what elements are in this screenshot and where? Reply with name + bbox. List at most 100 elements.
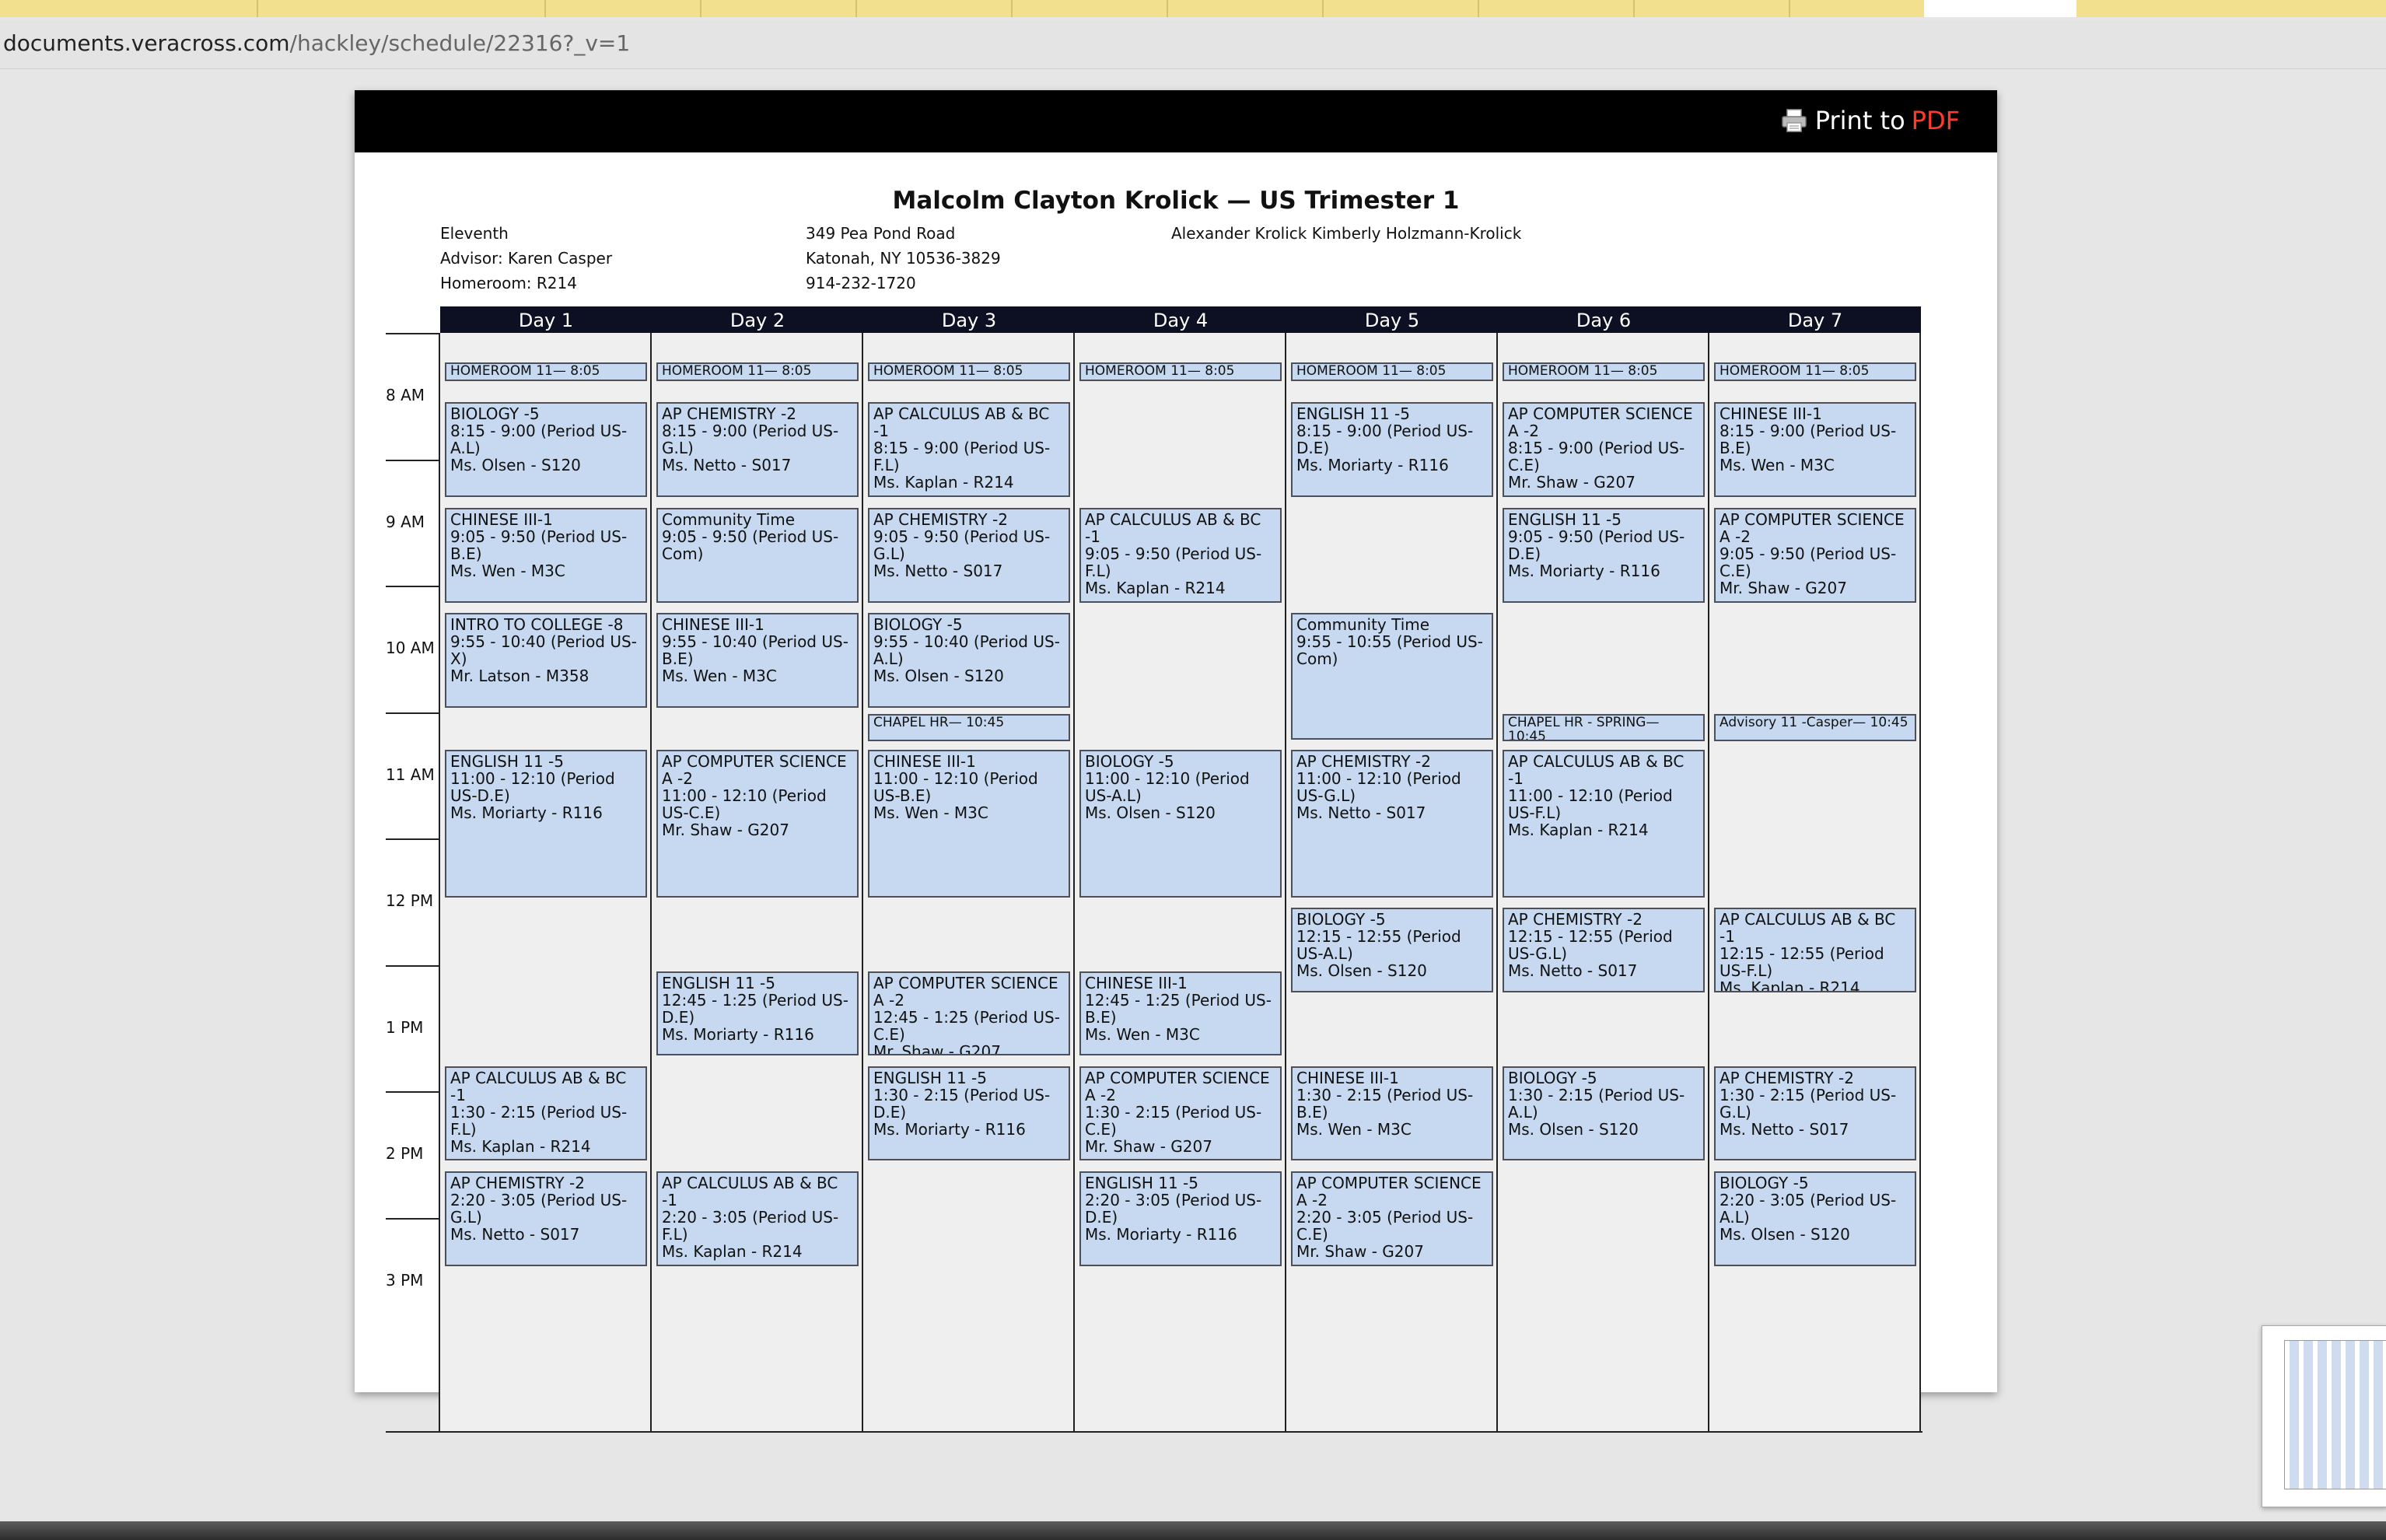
class-block[interactable]: HOMEROOM 11— 8:05: [1291, 362, 1493, 382]
class-block[interactable]: AP CALCULUS AB & BC -1 8:15 - 9:00 (Peri…: [868, 402, 1070, 498]
tab-separator: [257, 0, 258, 17]
class-block[interactable]: HOMEROOM 11— 8:05: [1503, 362, 1705, 382]
class-block[interactable]: HOMEROOM 11— 8:05: [1079, 362, 1282, 382]
class-block[interactable]: AP COMPUTER SCIENCE A -2 9:05 - 9:50 (Pe…: [1714, 507, 1916, 603]
schedule-page: Print to PDF Malcolm Clayton Krolick — U…: [355, 90, 1997, 1433]
page-thumbnail[interactable]: [2262, 1325, 2386, 1507]
column-divider: [650, 333, 652, 1433]
day-header: Day 3: [863, 306, 1075, 333]
tab-separator: [1633, 0, 1635, 17]
class-block[interactable]: HOMEROOM 11— 8:05: [656, 362, 859, 382]
class-block[interactable]: AP CALCULUS AB & BC -1 1:30 - 2:15 (Peri…: [445, 1066, 647, 1161]
class-block[interactable]: Advisory 11 -Casper— 10:45: [1714, 714, 1916, 742]
class-block[interactable]: BIOLOGY -5 11:00 - 12:10 (Period US-A.L)…: [1079, 750, 1282, 898]
class-block[interactable]: HOMEROOM 11— 8:05: [445, 362, 647, 382]
class-block[interactable]: ENGLISH 11 -5 1:30 - 2:15 (Period US-D.E…: [868, 1066, 1070, 1161]
time-label: 11 AM: [386, 765, 435, 784]
tab-separator: [1011, 0, 1013, 17]
time-label: 12 PM: [386, 891, 434, 910]
class-block[interactable]: HOMEROOM 11— 8:05: [868, 362, 1070, 382]
tab-separator: [1789, 0, 1790, 17]
hour-tick: [386, 460, 440, 461]
grid-bottom-line: [386, 1431, 1922, 1433]
hour-tick: [386, 965, 440, 967]
tab-separator: [1478, 0, 1479, 17]
class-block[interactable]: BIOLOGY -5 8:15 - 9:00 (Period US-A.L) M…: [445, 402, 647, 498]
hour-tick: [386, 838, 440, 840]
day-header: Day 5: [1286, 306, 1498, 333]
url-host: documents.veracross.com: [3, 30, 290, 56]
class-block[interactable]: AP CALCULUS AB & BC -1 2:20 - 3:05 (Peri…: [656, 1171, 859, 1266]
day-header: Day 4: [1075, 306, 1286, 333]
class-block[interactable]: ENGLISH 11 -5 11:00 - 12:10 (Period US-D…: [445, 750, 647, 898]
class-block[interactable]: AP COMPUTER SCIENCE A -2 1:30 - 2:15 (Pe…: [1079, 1066, 1282, 1161]
class-block[interactable]: AP COMPUTER SCIENCE A -2 2:20 - 3:05 (Pe…: [1291, 1171, 1493, 1266]
schedule-grid: Day 1 Day 2 Day 3 Day 4 Day 5 Day 6 Day 7 8 AM 9…: [355, 90, 1997, 1433]
class-block[interactable]: CHINESE III-1 8:15 - 9:00 (Period US-B.E…: [1714, 402, 1916, 498]
url-text[interactable]: documents.veracross.com/hackley/schedule…: [3, 30, 630, 56]
day-header: Day 2: [652, 306, 863, 333]
class-block[interactable]: AP CHEMISTRY -2 11:00 - 12:10 (Period US…: [1291, 750, 1493, 898]
class-block[interactable]: AP COMPUTER SCIENCE A -2 8:15 - 9:00 (Pe…: [1503, 402, 1705, 498]
taskbar: [0, 1521, 2386, 1540]
active-tab[interactable]: [1924, 0, 2076, 17]
class-block[interactable]: CHINESE III-1 9:05 - 9:50 (Period US-B.E…: [445, 507, 647, 603]
time-label: 1 PM: [386, 1018, 424, 1037]
time-label: 3 PM: [386, 1271, 424, 1290]
class-block[interactable]: BIOLOGY -5 1:30 - 2:15 (Period US-A.L) M…: [1503, 1066, 1705, 1161]
class-block[interactable]: Community Time 9:55 - 10:55 (Period US-C…: [1291, 613, 1493, 740]
class-block[interactable]: BIOLOGY -5 2:20 - 3:05 (Period US-A.L) M…: [1714, 1171, 1916, 1266]
class-block[interactable]: AP COMPUTER SCIENCE A -2 11:00 - 12:10 (…: [656, 750, 859, 898]
time-label: 10 AM: [386, 639, 435, 657]
class-block[interactable]: AP CHEMISTRY -2 9:05 - 9:50 (Period US-G…: [868, 507, 1070, 603]
time-label: 8 AM: [386, 386, 425, 404]
class-block[interactable]: AP CALCULUS AB & BC -1 11:00 - 12:10 (Pe…: [1503, 750, 1705, 898]
class-block[interactable]: CHINESE III-1 11:00 - 12:10 (Period US-B…: [868, 750, 1070, 898]
column-divider: [1285, 333, 1286, 1433]
column-divider: [1073, 333, 1075, 1433]
class-block[interactable]: AP CHEMISTRY -2 8:15 - 9:00 (Period US-G…: [656, 402, 859, 498]
class-block[interactable]: ENGLISH 11 -5 9:05 - 9:50 (Period US-D.E…: [1503, 507, 1705, 603]
day-header: Day 1: [440, 306, 652, 333]
time-label: 2 PM: [386, 1144, 424, 1163]
class-block[interactable]: ENGLISH 11 -5 12:45 - 1:25 (Period US-D.…: [656, 971, 859, 1055]
hour-tick: [386, 712, 440, 714]
column-divider: [1496, 333, 1498, 1433]
time-label: 9 AM: [386, 513, 425, 531]
browser-tab-bar[interactable]: [0, 0, 2386, 17]
class-block[interactable]: HOMEROOM 11— 8:05: [1714, 362, 1916, 382]
class-block[interactable]: AP COMPUTER SCIENCE A -2 12:45 - 1:25 (P…: [868, 971, 1070, 1055]
class-block[interactable]: CHINESE III-1 1:30 - 2:15 (Period US-B.E…: [1291, 1066, 1493, 1161]
column-divider: [862, 333, 863, 1433]
class-block[interactable]: CHINESE III-1 9:55 - 10:40 (Period US-B.…: [656, 613, 859, 709]
class-block[interactable]: AP CALCULUS AB & BC -1 9:05 - 9:50 (Peri…: [1079, 507, 1282, 603]
class-block[interactable]: AP CHEMISTRY -2 2:20 - 3:05 (Period US-G…: [445, 1171, 647, 1266]
tab-separator: [544, 0, 546, 17]
class-block[interactable]: BIOLOGY -5 9:55 - 10:40 (Period US-A.L) …: [868, 613, 1070, 709]
hour-tick: [386, 333, 440, 334]
class-block[interactable]: BIOLOGY -5 12:15 - 12:55 (Period US-A.L)…: [1291, 908, 1493, 992]
hour-tick: [386, 1091, 440, 1093]
class-block[interactable]: AP CHEMISTRY -2 12:15 - 12:55 (Period US…: [1503, 908, 1705, 992]
hour-tick: [386, 1218, 440, 1220]
tab-separator: [700, 0, 701, 17]
tab-separator: [1167, 0, 1168, 17]
class-block[interactable]: ENGLISH 11 -5 8:15 - 9:00 (Period US-D.E…: [1291, 402, 1493, 498]
tab-separator: [1322, 0, 1324, 17]
thumbnail-preview: [2284, 1340, 2386, 1489]
day-column: [1709, 333, 1921, 1433]
tab-separator: [855, 0, 857, 17]
class-block[interactable]: INTRO TO COLLEGE -8 9:55 - 10:40 (Period…: [445, 613, 647, 709]
class-block[interactable]: ENGLISH 11 -5 2:20 - 3:05 (Period US-D.E…: [1079, 1171, 1282, 1266]
column-divider: [1708, 333, 1709, 1433]
day-header: Day 6: [1498, 306, 1709, 333]
class-block[interactable]: AP CHEMISTRY -2 1:30 - 2:15 (Period US-G…: [1714, 1066, 1916, 1161]
class-block[interactable]: CHAPEL HR— 10:45: [868, 714, 1070, 742]
url-path: /hackley/schedule/22316?_v=1: [289, 30, 631, 56]
class-block[interactable]: CHAPEL HR - SPRING— 10:45: [1503, 714, 1705, 742]
column-divider: [1919, 333, 1921, 1433]
class-block[interactable]: AP CALCULUS AB & BC -1 12:15 - 12:55 (Pe…: [1714, 908, 1916, 992]
hour-tick: [386, 586, 440, 587]
class-block[interactable]: Community Time 9:05 - 9:50 (Period US-Co…: [656, 507, 859, 603]
class-block[interactable]: CHINESE III-1 12:45 - 1:25 (Period US-B.…: [1079, 971, 1282, 1055]
